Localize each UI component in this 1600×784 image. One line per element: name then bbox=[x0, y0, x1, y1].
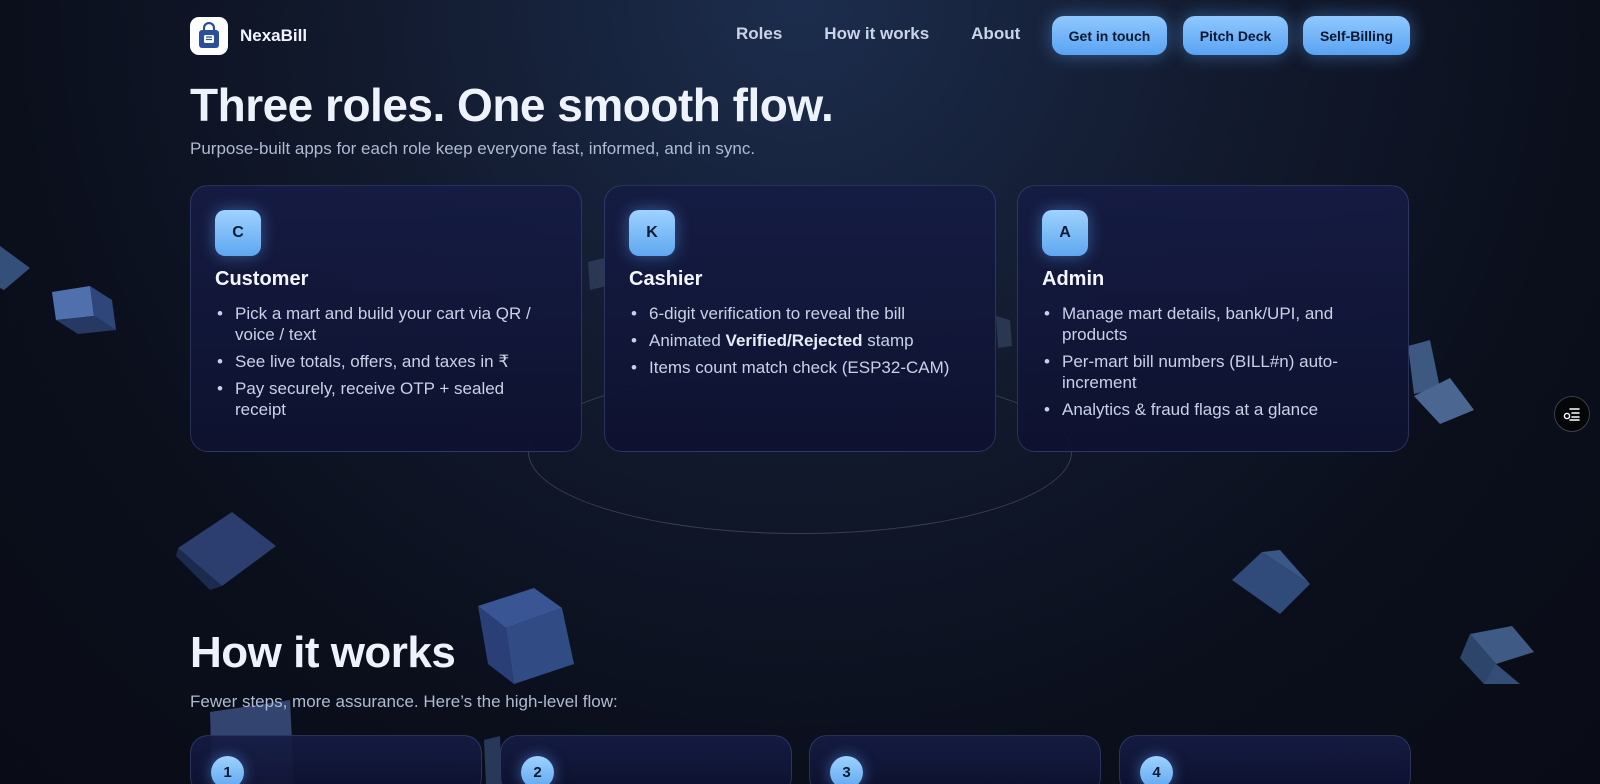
cube-decoration bbox=[52, 286, 116, 334]
role-feature-list: Pick a mart and build your cart via QR /… bbox=[215, 303, 557, 420]
cube-decoration bbox=[1460, 626, 1534, 684]
role-feature-list: 6-digit verification to reveal the bill … bbox=[629, 303, 971, 378]
shopping-bag-icon bbox=[190, 17, 228, 55]
nav-link-how-it-works[interactable]: How it works bbox=[824, 24, 929, 44]
top-navigation: NexaBill Roles How it works About Get in… bbox=[0, 0, 1600, 72]
role-feature: Items count match check (ESP32-CAM) bbox=[631, 357, 971, 378]
cube-decoration bbox=[478, 588, 574, 684]
role-card-customer: C Customer Pick a mart and build your ca… bbox=[190, 185, 582, 452]
feature-emphasis: Rejected bbox=[791, 331, 863, 350]
role-feature: Pick a mart and build your cart via QR /… bbox=[217, 303, 557, 345]
role-card-cashier: K Cashier 6-digit verification to reveal… bbox=[604, 185, 996, 452]
self-billing-button[interactable]: Self-Billing bbox=[1303, 16, 1410, 55]
flow-step-card: 3 bbox=[809, 735, 1101, 784]
nav-link-about[interactable]: About bbox=[971, 24, 1020, 44]
brand[interactable]: NexaBill bbox=[190, 17, 307, 55]
flow-step-card: 4 bbox=[1119, 735, 1411, 784]
feature-text: stamp bbox=[862, 331, 914, 350]
step-number: 2 bbox=[521, 756, 554, 784]
brand-name: NexaBill bbox=[240, 26, 308, 45]
role-feature: See live totals, offers, and taxes in ₹ bbox=[217, 351, 557, 372]
role-badge: K bbox=[629, 210, 675, 256]
cube-decoration bbox=[996, 316, 1012, 348]
role-feature: Per-mart bill numbers (BILL#n) auto-incr… bbox=[1044, 351, 1384, 393]
role-card-admin: A Admin Manage mart details, bank/UPI, a… bbox=[1017, 185, 1409, 452]
feature-text: Animated bbox=[649, 331, 726, 350]
role-feature: Pay securely, receive OTP + sealed recei… bbox=[217, 378, 557, 420]
role-feature: Analytics & fraud flags at a glance bbox=[1044, 399, 1384, 420]
roles-heading: Three roles. One smooth flow. bbox=[190, 79, 834, 131]
cube-decoration bbox=[0, 246, 30, 290]
get-in-touch-button[interactable]: Get in touch bbox=[1052, 16, 1167, 55]
toc-list-icon[interactable] bbox=[1554, 396, 1590, 432]
feature-emphasis: Verified bbox=[725, 331, 787, 350]
role-title: Customer bbox=[215, 268, 309, 290]
roles-subtitle: Purpose-built apps for each role keep ev… bbox=[190, 139, 756, 158]
role-title: Admin bbox=[1042, 268, 1105, 290]
role-feature: Manage mart details, bank/UPI, and produ… bbox=[1044, 303, 1384, 345]
cube-decoration bbox=[1408, 340, 1474, 424]
nav-links: Roles How it works About bbox=[736, 24, 1062, 44]
role-badge: A bbox=[1042, 210, 1088, 256]
cube-decoration bbox=[1232, 550, 1310, 614]
role-feature: Animated Verified/Rejected stamp bbox=[631, 330, 971, 351]
how-it-works-subtitle: Fewer steps, more assurance. Here’s the … bbox=[190, 692, 618, 711]
pitch-deck-button[interactable]: Pitch Deck bbox=[1183, 16, 1288, 55]
role-badge: C bbox=[215, 210, 261, 256]
flow-step-card: 2 bbox=[500, 735, 792, 784]
role-title: Cashier bbox=[629, 268, 703, 290]
step-number: 4 bbox=[1140, 756, 1173, 784]
how-it-works-heading: How it works bbox=[190, 628, 456, 677]
role-feature-list: Manage mart details, bank/UPI, and produ… bbox=[1042, 303, 1384, 420]
nav-link-roles[interactable]: Roles bbox=[736, 24, 782, 44]
step-number: 3 bbox=[830, 756, 863, 784]
role-feature: 6-digit verification to reveal the bill bbox=[631, 303, 971, 324]
cube-decoration bbox=[176, 512, 276, 590]
step-number: 1 bbox=[211, 756, 244, 784]
flow-step-card: 1 bbox=[190, 735, 482, 784]
